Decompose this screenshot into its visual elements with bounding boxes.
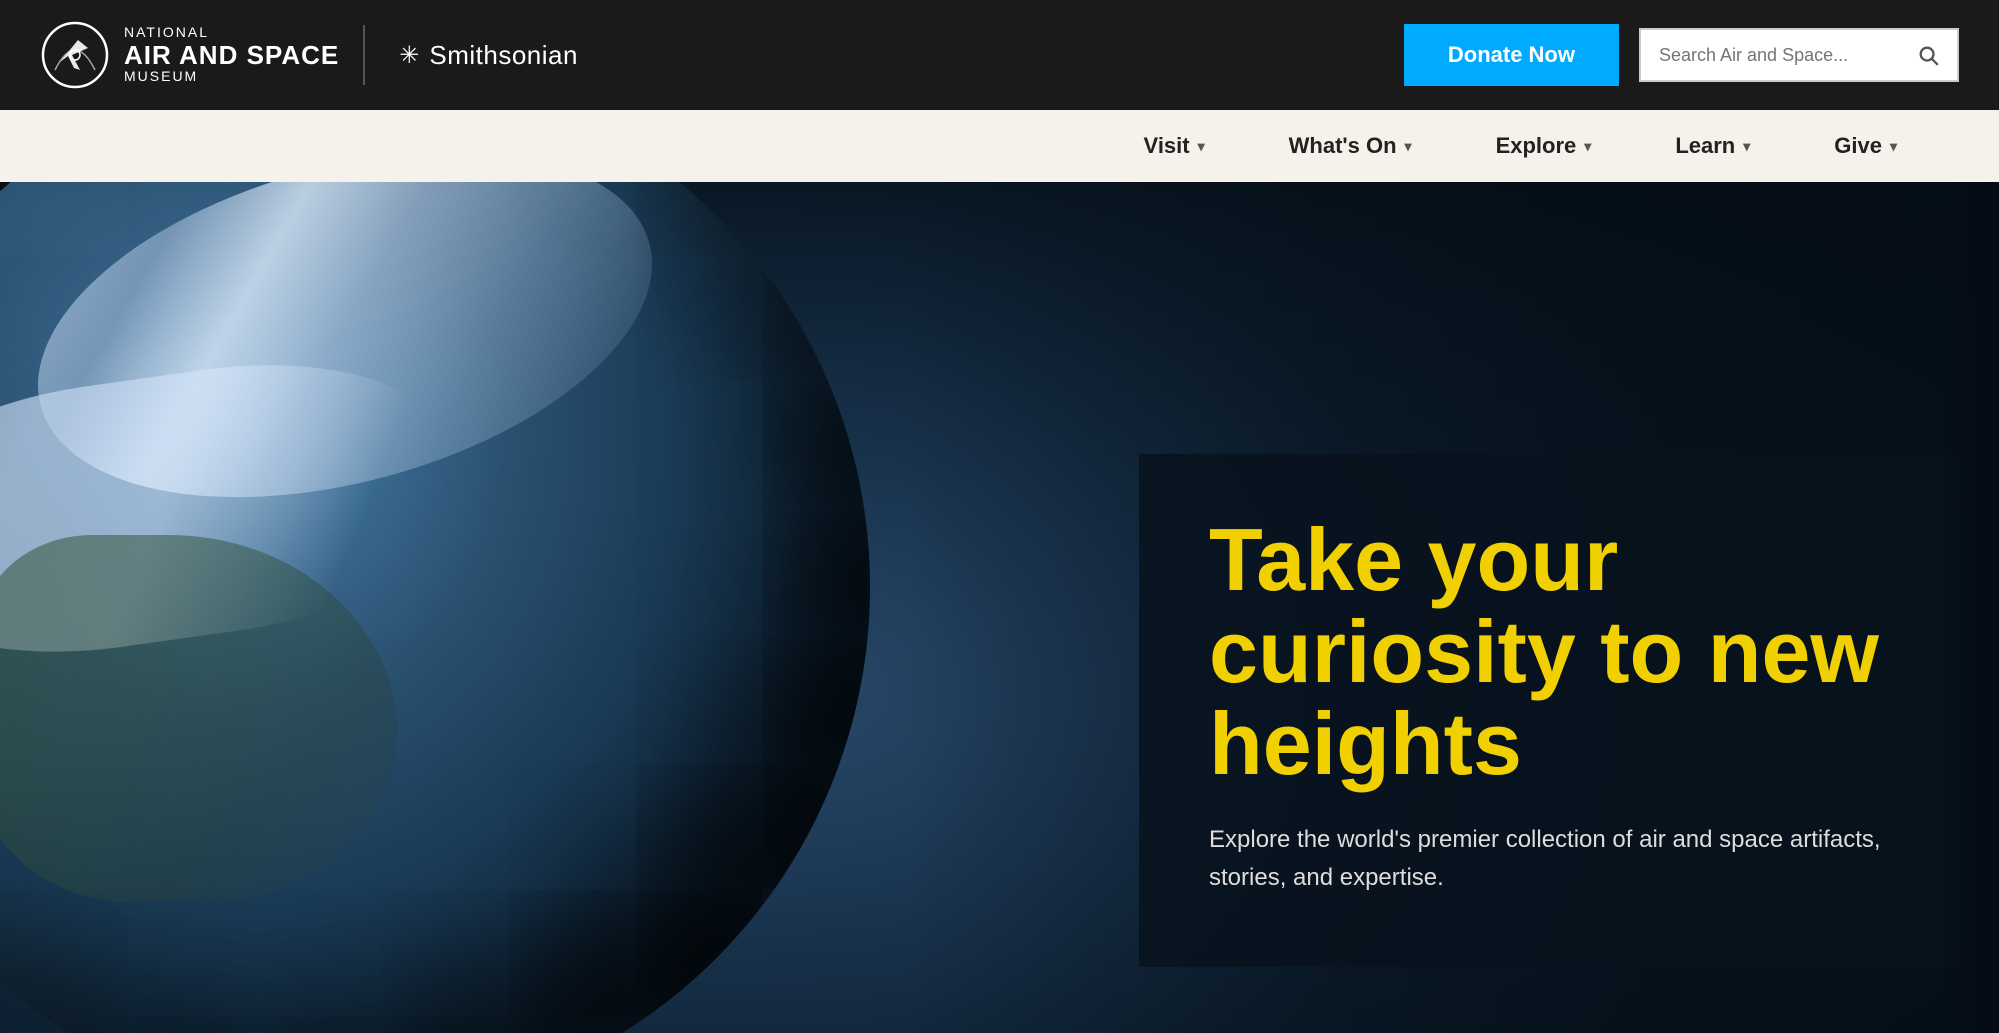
donate-button[interactable]: Donate Now (1404, 24, 1619, 86)
search-input[interactable] (1659, 45, 1917, 66)
nav-whats-on[interactable]: What's On ▾ (1247, 110, 1454, 182)
search-button[interactable] (1917, 44, 1939, 66)
nav-items: Visit ▾ What's On ▾ Explore ▾ Learn ▾ Gi… (1102, 110, 1939, 182)
header-actions: Donate Now (1404, 24, 1959, 86)
logo-air-space: AIR AND SPACE (124, 41, 339, 70)
right-edge-fade (1939, 182, 1999, 1033)
hero-headline: Take your curiosity to new heights (1209, 513, 1889, 790)
main-nav: Visit ▾ What's On ▾ Explore ▾ Learn ▾ Gi… (0, 110, 1999, 182)
nav-give[interactable]: Give ▾ (1792, 110, 1939, 182)
nav-whats-on-chevron: ▾ (1405, 138, 1412, 155)
nav-visit[interactable]: Visit ▾ (1102, 110, 1247, 182)
museum-logo-icon (40, 20, 110, 90)
search-bar (1639, 28, 1959, 82)
nav-learn[interactable]: Learn ▾ (1633, 110, 1792, 182)
nav-visit-chevron: ▾ (1198, 138, 1205, 155)
nav-give-label: Give (1834, 133, 1882, 159)
logo-text: NATIONAL AIR AND SPACE MUSEUM (124, 25, 365, 84)
hero-subtext: Explore the world's premier collection o… (1209, 820, 1889, 897)
hero-text-card: Take your curiosity to new heights Explo… (1139, 453, 1959, 967)
museum-logo[interactable]: NATIONAL AIR AND SPACE MUSEUM (40, 20, 365, 90)
nav-explore[interactable]: Explore ▾ (1454, 110, 1634, 182)
nav-give-chevron: ▾ (1890, 138, 1897, 155)
logo-national: NATIONAL (124, 25, 339, 40)
nav-explore-label: Explore (1496, 133, 1577, 159)
earth-globe (0, 182, 870, 1033)
nav-learn-chevron: ▾ (1743, 138, 1750, 155)
logo-museum-text: MUSEUM (124, 69, 339, 84)
nav-explore-chevron: ▾ (1584, 138, 1591, 155)
nav-visit-label: Visit (1144, 133, 1190, 159)
smithsonian-name: Smithsonian (429, 40, 578, 71)
hero-section: Take your curiosity to new heights Explo… (0, 182, 1999, 1033)
smithsonian-star-icon: ✳ (399, 41, 419, 70)
smithsonian-logo[interactable]: ✳ Smithsonian (389, 40, 578, 71)
nav-whats-on-label: What's On (1289, 133, 1397, 159)
nav-learn-label: Learn (1675, 133, 1735, 159)
logo-area: NATIONAL AIR AND SPACE MUSEUM ✳ Smithson… (40, 20, 578, 90)
search-icon (1917, 44, 1939, 66)
site-header: NATIONAL AIR AND SPACE MUSEUM ✳ Smithson… (0, 0, 1999, 110)
